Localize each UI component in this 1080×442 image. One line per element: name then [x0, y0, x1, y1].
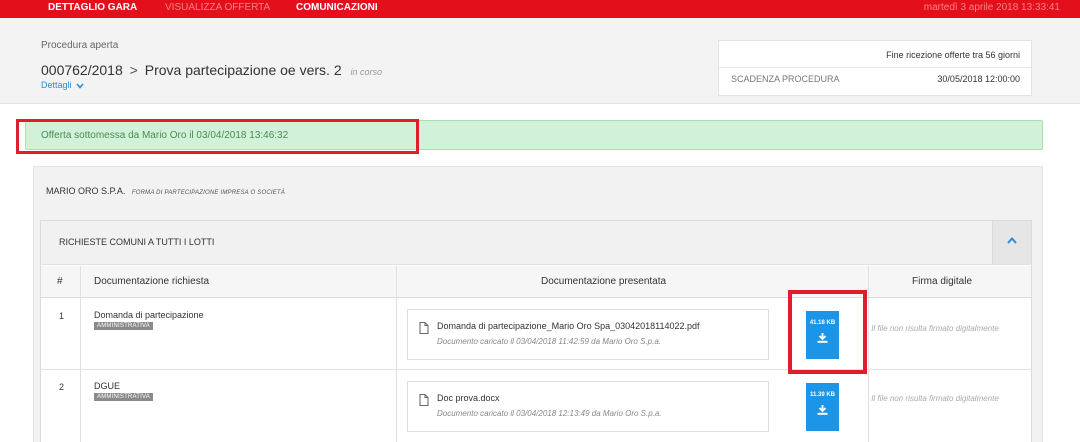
details-toggle[interactable]: Dettagli [41, 80, 84, 90]
download-button[interactable]: 11.39 KB [806, 383, 839, 431]
details-label: Dettagli [41, 80, 72, 90]
file-size: 11.39 KB [809, 392, 836, 398]
section-header: RICHIESTE COMUNI A TUTTI I LOTTI [41, 221, 1031, 265]
deadline-value: 30/05/2018 12:00:00 [937, 74, 1020, 84]
highlight-box-download [788, 290, 867, 374]
status-badge: in corso [350, 67, 383, 77]
documents-panel: RICHIESTE COMUNI A TUTTI I LOTTI # Docum… [40, 220, 1032, 442]
signature-status: Il file non risulta firmato digitalmente [871, 324, 999, 333]
page-title: 000762/2018 > Prova partecipazione oe ve… [41, 62, 382, 78]
tab-comunicazioni[interactable]: COMUNICAZIONI [296, 2, 378, 13]
deadline-label: SCADENZA PROCEDURA [731, 74, 840, 84]
procedure-type: Procedura aperta [41, 40, 119, 51]
doc-type-badge: AMMINISTRATIVA [94, 393, 153, 401]
required-doc-name: Domanda di partecipazione [94, 310, 204, 320]
column-header-signature: Firma digitale [912, 276, 973, 287]
required-doc-name: DGUE [94, 381, 121, 391]
column-header-submitted: Documentazione presentata [541, 276, 667, 287]
column-divider [396, 266, 397, 442]
file-card[interactable]: Doc prova.docx Documento caricato il 03/… [407, 381, 769, 432]
upload-info: Documento caricato il 03/04/2018 12:13:4… [437, 409, 662, 418]
procedure-code: 000762/2018 [41, 62, 123, 78]
row-divider [41, 369, 1031, 370]
tab-visualizza-offerta[interactable]: VISUALIZZA OFFERTA [165, 2, 270, 13]
upload-info: Documento caricato il 03/04/2018 11:42:5… [437, 337, 661, 346]
procedure-header: Procedura aperta 000762/2018 > Prova par… [0, 18, 1080, 104]
column-divider [80, 266, 81, 442]
participation-form: FORMA DI PARTECIPAZIONE IMPRESA O SOCIET… [131, 190, 285, 196]
file-name-link[interactable]: Domanda di partecipazione_Mario Oro Spa_… [437, 321, 700, 331]
file-card[interactable]: Domanda di partecipazione_Mario Oro Spa_… [407, 309, 769, 360]
column-header-number: # [57, 276, 63, 287]
doc-type-badge: AMMINISTRATIVA [94, 322, 153, 330]
top-nav-bar: DETTAGLIO GARA VISUALIZZA OFFERTA COMUNI… [0, 0, 1080, 18]
current-date: martedì 3 aprile 2018 13:33:41 [923, 2, 1060, 13]
file-icon [419, 394, 429, 406]
chevron-up-icon [1007, 237, 1017, 244]
deadline-divider [719, 67, 1031, 68]
procedure-title: Prova partecipazione oe vers. 2 [144, 62, 342, 78]
download-icon [817, 405, 828, 415]
row-number: 2 [59, 382, 65, 392]
collapse-button[interactable] [992, 221, 1031, 264]
highlight-box-alert [16, 119, 419, 154]
tab-dettaglio-gara[interactable]: DETTAGLIO GARA [48, 2, 137, 13]
column-divider [868, 266, 869, 442]
breadcrumb-separator: > [129, 62, 138, 78]
offer-receipt-countdown: Fine ricezione offerte tra 56 giorni [886, 50, 1020, 60]
company-heading: MARIO ORO S.P.A. FORMA DI PARTECIPAZIONE… [46, 186, 285, 196]
signature-status: Il file non risulta firmato digitalmente [871, 394, 999, 403]
chevron-down-icon [76, 83, 84, 89]
company-name: MARIO ORO S.P.A. [46, 186, 126, 196]
section-title: RICHIESTE COMUNI A TUTTI I LOTTI [59, 237, 215, 247]
column-header-required: Documentazione richiesta [94, 276, 210, 287]
file-name-link[interactable]: Doc prova.docx [437, 393, 500, 403]
table-header: # Documentazione richiesta Documentazion… [41, 266, 1031, 298]
deadline-box: Fine ricezione offerte tra 56 giorni SCA… [718, 40, 1032, 96]
row-number: 1 [59, 311, 65, 321]
file-icon [419, 322, 429, 334]
